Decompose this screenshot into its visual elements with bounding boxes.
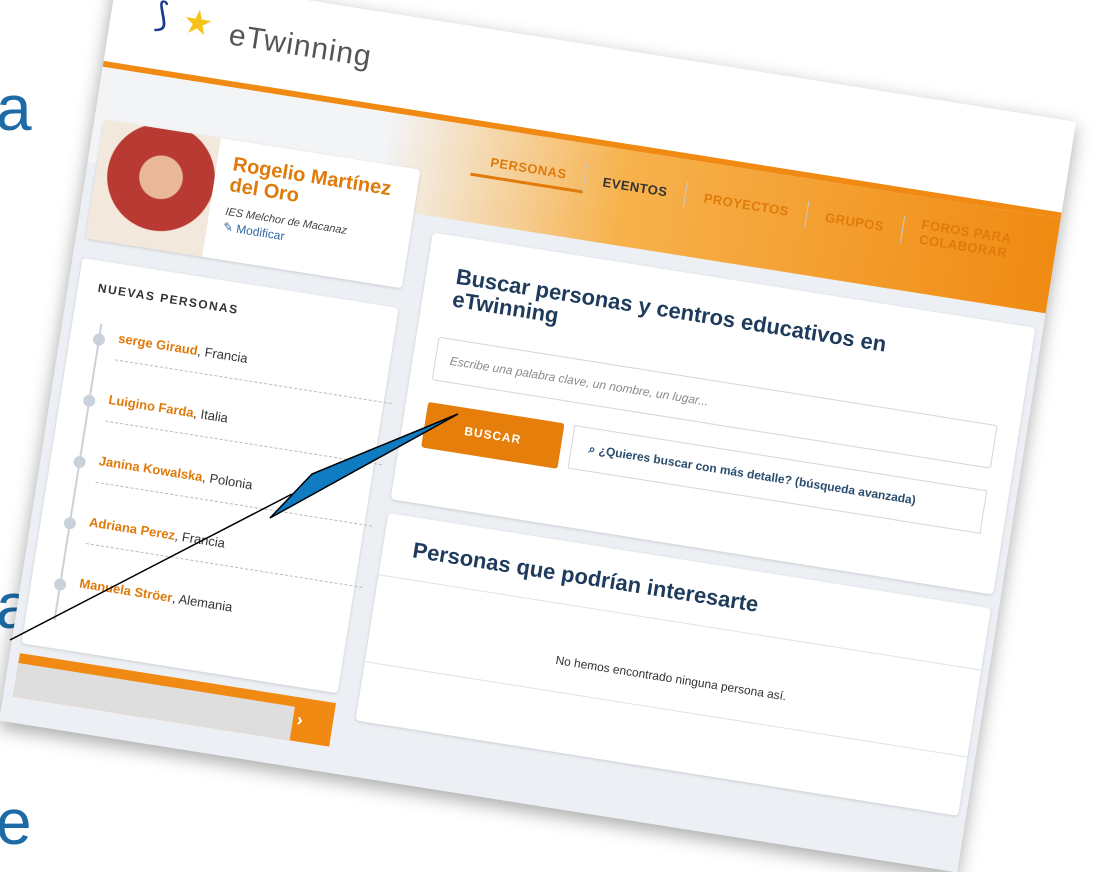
slide-letter-a-top: a: [0, 72, 32, 144]
person-country: Alemania: [177, 591, 234, 615]
person-link[interactable]: Manuela Ströer: [78, 576, 173, 606]
list-item: Janina Kowalska, Polonia: [68, 449, 377, 527]
slide-letter-e: e: [0, 786, 32, 858]
logo-wordmark: eTwinning: [226, 18, 375, 74]
list-item: Adriana Perez, Francia: [58, 510, 367, 588]
person-country: Francia: [203, 344, 249, 366]
timeline-dot: [92, 332, 106, 347]
new-people-title: NUEVAS PERSONAS: [96, 280, 240, 317]
person-link[interactable]: Janina Kowalska: [98, 453, 204, 484]
timeline-dot: [72, 455, 87, 469]
person-country: Polonia: [208, 470, 254, 493]
list-item: Luigino Farda, Italia: [78, 388, 387, 466]
person-country: Francia: [180, 529, 227, 551]
list-item: serge Giraud, Francia: [87, 326, 396, 405]
divider: [85, 543, 363, 588]
avatar[interactable]: [85, 119, 221, 257]
tab-eventos[interactable]: EVENTOS: [582, 165, 689, 208]
empty-state-text: No hemos encontrado ninguna persona así.: [554, 653, 788, 704]
timeline-dot: [82, 393, 97, 408]
timeline-dot: [53, 577, 68, 592]
logo-star-icon: ★: [179, 2, 216, 45]
person-link[interactable]: serge Giraud: [117, 331, 199, 358]
person-country: Italia: [199, 406, 230, 426]
timeline-dot: [62, 516, 77, 531]
person-link[interactable]: Adriana Perez: [88, 514, 176, 542]
person-link[interactable]: Luigino Farda: [108, 392, 195, 420]
new-people-panel: NUEVAS PERSONAS serge Giraud, Francia Lu…: [21, 257, 399, 694]
search-button[interactable]: BUSCAR: [421, 401, 565, 469]
tab-grupos[interactable]: GRUPOS: [805, 200, 905, 243]
search-icon: ⌕: [587, 441, 597, 457]
divider: [114, 359, 392, 405]
divider: [105, 420, 382, 466]
list-item: Manuela Ströer, Alemania: [51, 571, 358, 634]
logo-swoosh-icon: ⟆: [152, 0, 172, 36]
pencil-icon: ✎: [222, 219, 235, 236]
screenshot-stage: ⟆ ★ eTwinning PERSONAS EVENTOS PROYECTOS…: [0, 0, 1077, 872]
